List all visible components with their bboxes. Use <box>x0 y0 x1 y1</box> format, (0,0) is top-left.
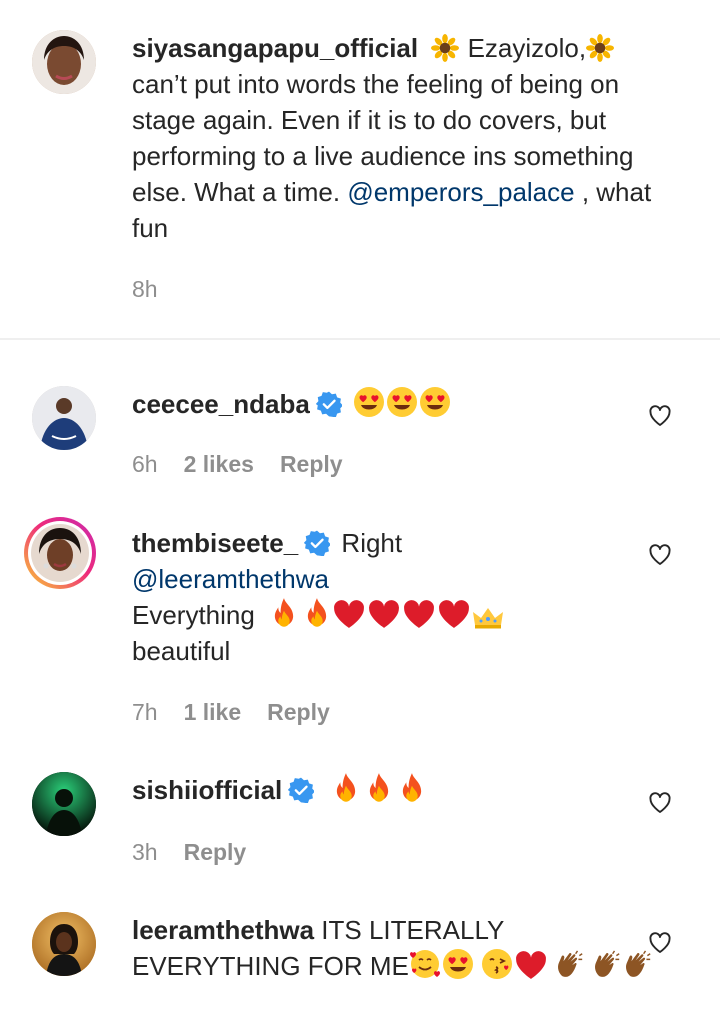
avatar-photo <box>32 772 96 836</box>
comment-username[interactable]: thembiseete_ <box>132 528 298 558</box>
avatar-story-ring[interactable] <box>24 517 96 589</box>
avatar[interactable] <box>32 386 96 450</box>
kiss-emoji <box>481 948 513 980</box>
comment-time: 7h <box>132 699 158 725</box>
like-heart-icon[interactable] <box>648 931 672 955</box>
clap-emoji <box>555 950 585 980</box>
reply-button[interactable]: Reply <box>267 699 330 725</box>
comment-time: 6h <box>132 451 158 477</box>
comment-text: ceecee_ndaba <box>132 386 672 422</box>
likes-count[interactable]: 1 like <box>184 699 242 725</box>
avatar[interactable] <box>32 772 96 836</box>
avatar[interactable] <box>32 912 96 976</box>
avatar-photo <box>32 386 96 450</box>
fire-emoji <box>332 772 360 804</box>
comment-meta: 6h 2 likes Reply <box>132 451 369 478</box>
red-heart-emoji <box>367 599 401 629</box>
fire-emoji <box>398 772 426 804</box>
reply-button[interactable]: Reply <box>184 839 247 865</box>
caption-meta: 8h <box>132 276 184 303</box>
heart-eyes-emoji <box>419 386 451 418</box>
comment-username[interactable]: leeramthethwa <box>132 915 314 945</box>
clap-emoji <box>592 950 622 980</box>
avatar <box>31 524 89 582</box>
likes-count[interactable]: 2 likes <box>184 451 254 477</box>
heart-eyes-emoji <box>442 948 474 980</box>
avatar-photo <box>32 30 96 94</box>
caption-text: siyasangapapu_official Ezayizolo, can’t … <box>132 30 672 246</box>
comment-time: 3h <box>132 839 158 865</box>
caption-username[interactable]: siyasangapapu_official <box>132 33 418 63</box>
comment-line: @leeramthethwa <box>132 561 672 597</box>
fire-emoji <box>303 597 331 629</box>
heart-eyes-emoji <box>386 386 418 418</box>
comment-text: leeramthethwa ITS LITERALLY EVERYTHING F… <box>132 912 672 984</box>
mention-link[interactable]: @leeramthethwa <box>132 564 329 594</box>
comment-line: thembiseete_ Right <box>132 525 672 561</box>
fire-emoji <box>365 772 393 804</box>
caption-time: 8h <box>132 276 158 302</box>
sunflower-emoji <box>586 34 614 62</box>
comment-text-part: beautiful <box>132 636 231 666</box>
heart-eyes-emoji <box>353 386 385 418</box>
sunflower-emoji <box>431 34 459 62</box>
verified-badge-icon <box>304 530 330 556</box>
mention-link[interactable]: @emperors_palace <box>347 177 574 207</box>
post-caption: siyasangapapu_official Ezayizolo, can’t … <box>0 0 720 338</box>
comment-line: beautiful <box>132 633 672 669</box>
divider <box>0 338 720 340</box>
comment-text: sishiiofficial <box>132 772 672 808</box>
crown-emoji <box>472 607 504 629</box>
comment-username[interactable]: sishiiofficial <box>132 775 282 805</box>
comment-text-part: Right <box>334 528 403 558</box>
avatar-photo <box>32 912 96 976</box>
comment-text: thembiseete_ Right @leeramthethwa Everyt… <box>132 525 672 669</box>
smiling-hearts-emoji <box>409 948 441 980</box>
comment-meta: 3h Reply <box>132 839 272 866</box>
red-heart-emoji <box>402 599 436 629</box>
comment-meta: 7h 1 like Reply <box>132 699 356 726</box>
avatar-ring-gap <box>28 521 92 585</box>
like-heart-icon[interactable] <box>648 791 672 815</box>
like-heart-icon[interactable] <box>648 404 672 428</box>
red-heart-emoji <box>332 599 366 629</box>
reply-button[interactable]: Reply <box>280 451 343 477</box>
verified-badge-icon <box>288 777 314 803</box>
comment-username[interactable]: ceecee_ndaba <box>132 389 310 419</box>
comment-text-part: Everything <box>132 600 255 630</box>
caption-text-part: Ezayizolo, <box>460 33 587 63</box>
avatar[interactable] <box>32 30 96 94</box>
verified-badge-icon <box>316 391 342 417</box>
fire-emoji <box>270 597 298 629</box>
comment-line: Everything <box>132 597 672 633</box>
like-heart-icon[interactable] <box>648 543 672 567</box>
red-heart-emoji <box>514 950 548 980</box>
avatar-photo <box>31 524 89 582</box>
red-heart-emoji <box>437 599 471 629</box>
